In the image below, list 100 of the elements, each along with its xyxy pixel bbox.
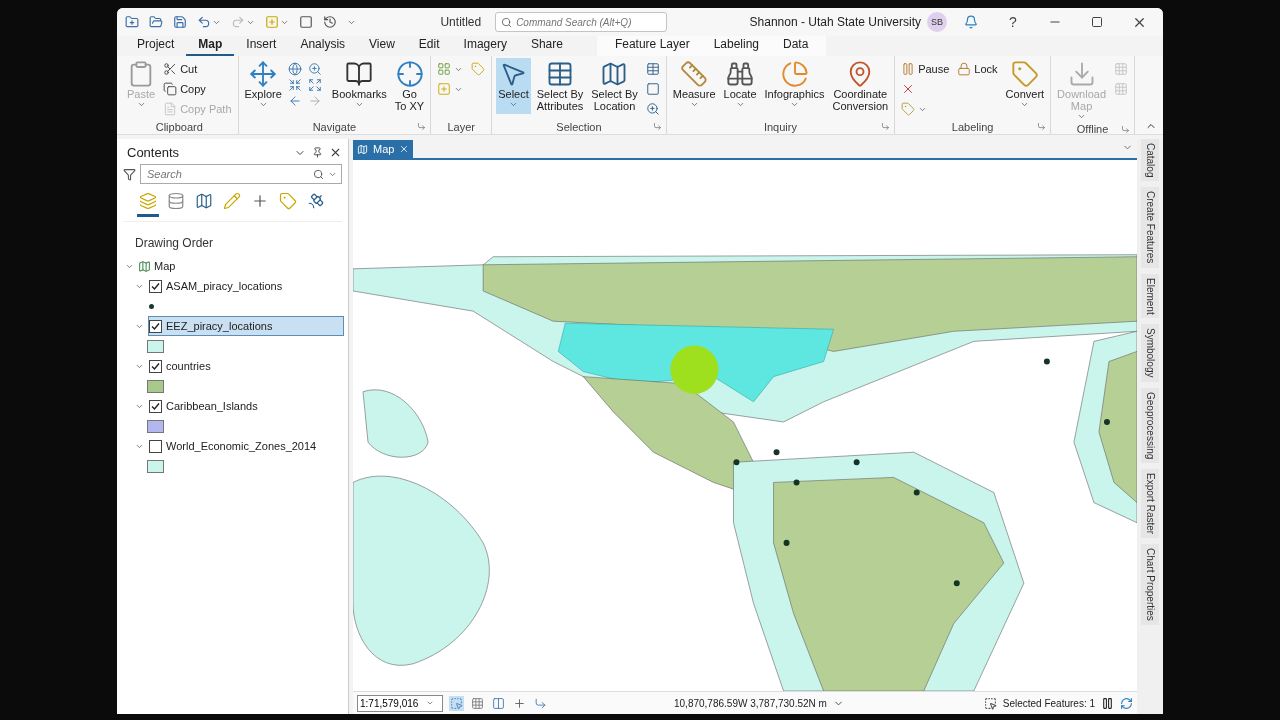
- ribbon-button[interactable]: Cut: [161, 60, 234, 78]
- filter-icon: [123, 167, 136, 181]
- book-icon: [345, 60, 374, 88]
- ribbon-tab[interactable]: Insert: [234, 36, 289, 56]
- section-heading: Drawing Order: [134, 235, 215, 252]
- close-icon: [329, 146, 342, 159]
- close-icon: [399, 144, 410, 154]
- checkbox[interactable]: [149, 279, 162, 293]
- group-label: Navigate: [312, 121, 357, 133]
- ribbon-tab[interactable]: Imagery: [451, 36, 519, 56]
- ribbon-button[interactable]: Explore: [242, 58, 284, 114]
- layer-name: World_Economic_Zones_2014: [166, 440, 317, 452]
- ribbon-button[interactable]: Go To XY: [392, 58, 427, 114]
- ribbon-tab[interactable]: Share: [518, 36, 575, 56]
- pane-title: Contents: [127, 145, 181, 160]
- tree-item[interactable]: Map: [154, 260, 176, 272]
- side-tab[interactable]: Create Features: [1141, 187, 1159, 268]
- checkbox[interactable]: [149, 359, 162, 373]
- ribbon-button[interactable]: Convert: [1003, 58, 1047, 114]
- avatar[interactable]: SB: [927, 12, 947, 32]
- ribbon-tab[interactable]: Edit: [406, 36, 452, 56]
- group-label: Layer: [447, 121, 475, 133]
- close-button[interactable]: [329, 146, 342, 159]
- pie-chart-icon: [780, 60, 809, 88]
- refresh-icon: [1120, 696, 1133, 710]
- search-icon: [313, 168, 324, 180]
- side-tab[interactable]: Catalog: [1141, 139, 1159, 182]
- ribbon-button[interactable]: Locate: [721, 58, 759, 114]
- copy-icon: [163, 82, 178, 96]
- help-button[interactable]: ?: [995, 9, 1031, 35]
- layer-name: ASAM_piracy_locations: [166, 280, 283, 292]
- command-search-input[interactable]: Command Search (Alt+Q): [516, 16, 659, 28]
- map-icon: [195, 192, 213, 210]
- tool-button[interactable]: [491, 695, 506, 711]
- tool-button[interactable]: [470, 695, 485, 711]
- checkbox[interactable]: [149, 439, 162, 453]
- search-field[interactable]: Search: [140, 164, 342, 184]
- ribbon-tab[interactable]: View: [357, 36, 407, 56]
- tool-button[interactable]: [449, 695, 464, 711]
- side-tab[interactable]: Symbology: [1141, 324, 1159, 382]
- layer-item[interactable]: ASAM_piracy_locations: [148, 276, 344, 296]
- scale-field[interactable]: 1:71,579,016: [357, 694, 443, 712]
- shrink-icon: [287, 78, 302, 92]
- grid-icon: [437, 62, 452, 76]
- group-label: Inquiry: [763, 121, 797, 133]
- icon-button[interactable]: [171, 13, 189, 31]
- square-icon: [299, 15, 313, 29]
- database-icon: [167, 192, 185, 210]
- layer-item[interactable]: EEZ_piracy_locations: [148, 316, 344, 336]
- layer-item[interactable]: Caribbean_Islands: [148, 396, 344, 416]
- side-tab[interactable]: Element: [1141, 273, 1159, 319]
- map-tab[interactable]: Map: [353, 140, 414, 158]
- ribbon-button[interactable]: Select: [496, 58, 531, 114]
- table-icon: [645, 62, 660, 76]
- icon-button[interactable]: [297, 13, 315, 31]
- icon-button[interactable]: [321, 13, 339, 31]
- ribbon-button[interactable]: Select By Location: [589, 58, 640, 114]
- ribbon-tab[interactable]: Project: [125, 36, 187, 56]
- side-tab[interactable]: Export Raster: [1141, 469, 1159, 539]
- add-icon: [437, 82, 452, 96]
- ribbon-button[interactable]: Copy: [161, 80, 234, 98]
- ribbon-button[interactable]: Measure: [670, 58, 718, 114]
- document-icon: [163, 102, 178, 116]
- filter-button[interactable]: [123, 167, 136, 181]
- map-icon: [138, 259, 151, 273]
- checkbox[interactable]: [149, 319, 162, 333]
- ribbon-tab[interactable]: Labeling: [701, 36, 772, 56]
- pause-button[interactable]: [1101, 696, 1114, 710]
- layer-item[interactable]: countries: [148, 356, 344, 376]
- binoculars-icon: [726, 60, 755, 88]
- pause-icon: [1101, 696, 1114, 710]
- coordinates: 10,870,786.59W 3,787,730.52N m: [674, 697, 827, 709]
- folder-icon: [149, 15, 163, 29]
- refresh-button[interactable]: [1120, 696, 1133, 710]
- ribbon-button[interactable]: Select By Attributes: [534, 58, 586, 114]
- side-tab[interactable]: Chart Properties: [1141, 544, 1159, 626]
- redo-icon: [231, 15, 245, 29]
- ribbon-tab[interactable]: Feature Layer: [602, 36, 702, 56]
- ribbon-button[interactable]: Bookmarks: [329, 58, 389, 114]
- checkbox[interactable]: [149, 399, 162, 413]
- move-icon: [249, 60, 278, 88]
- ribbon-tab[interactable]: Analysis: [288, 36, 358, 56]
- add-icon: [265, 15, 279, 29]
- grid-icon: [1114, 62, 1129, 76]
- side-tab[interactable]: Geoprocessing: [1141, 387, 1159, 464]
- folder-icon: [125, 15, 139, 29]
- plus-icon: [513, 696, 526, 710]
- view-tab[interactable]: [137, 190, 159, 217]
- ribbon-button[interactable]: Infographics: [762, 58, 827, 114]
- ribbon-button[interactable]: Pause: [899, 60, 952, 78]
- pin-icon: [312, 147, 323, 158]
- pin-button[interactable]: [312, 147, 323, 158]
- tag-icon: [279, 192, 297, 210]
- layer-item[interactable]: World_Economic_Zones_2014: [148, 436, 344, 456]
- command-search-field[interactable]: Command Search (Alt+Q): [495, 12, 668, 32]
- ribbon-button[interactable]: Coordinate Conversion: [830, 58, 891, 114]
- tag-icon: [1010, 60, 1039, 88]
- ribbon-button[interactable]: Lock: [955, 60, 1000, 78]
- ribbon-tab[interactable]: Data: [771, 36, 821, 56]
- undo-icon: [197, 15, 211, 29]
